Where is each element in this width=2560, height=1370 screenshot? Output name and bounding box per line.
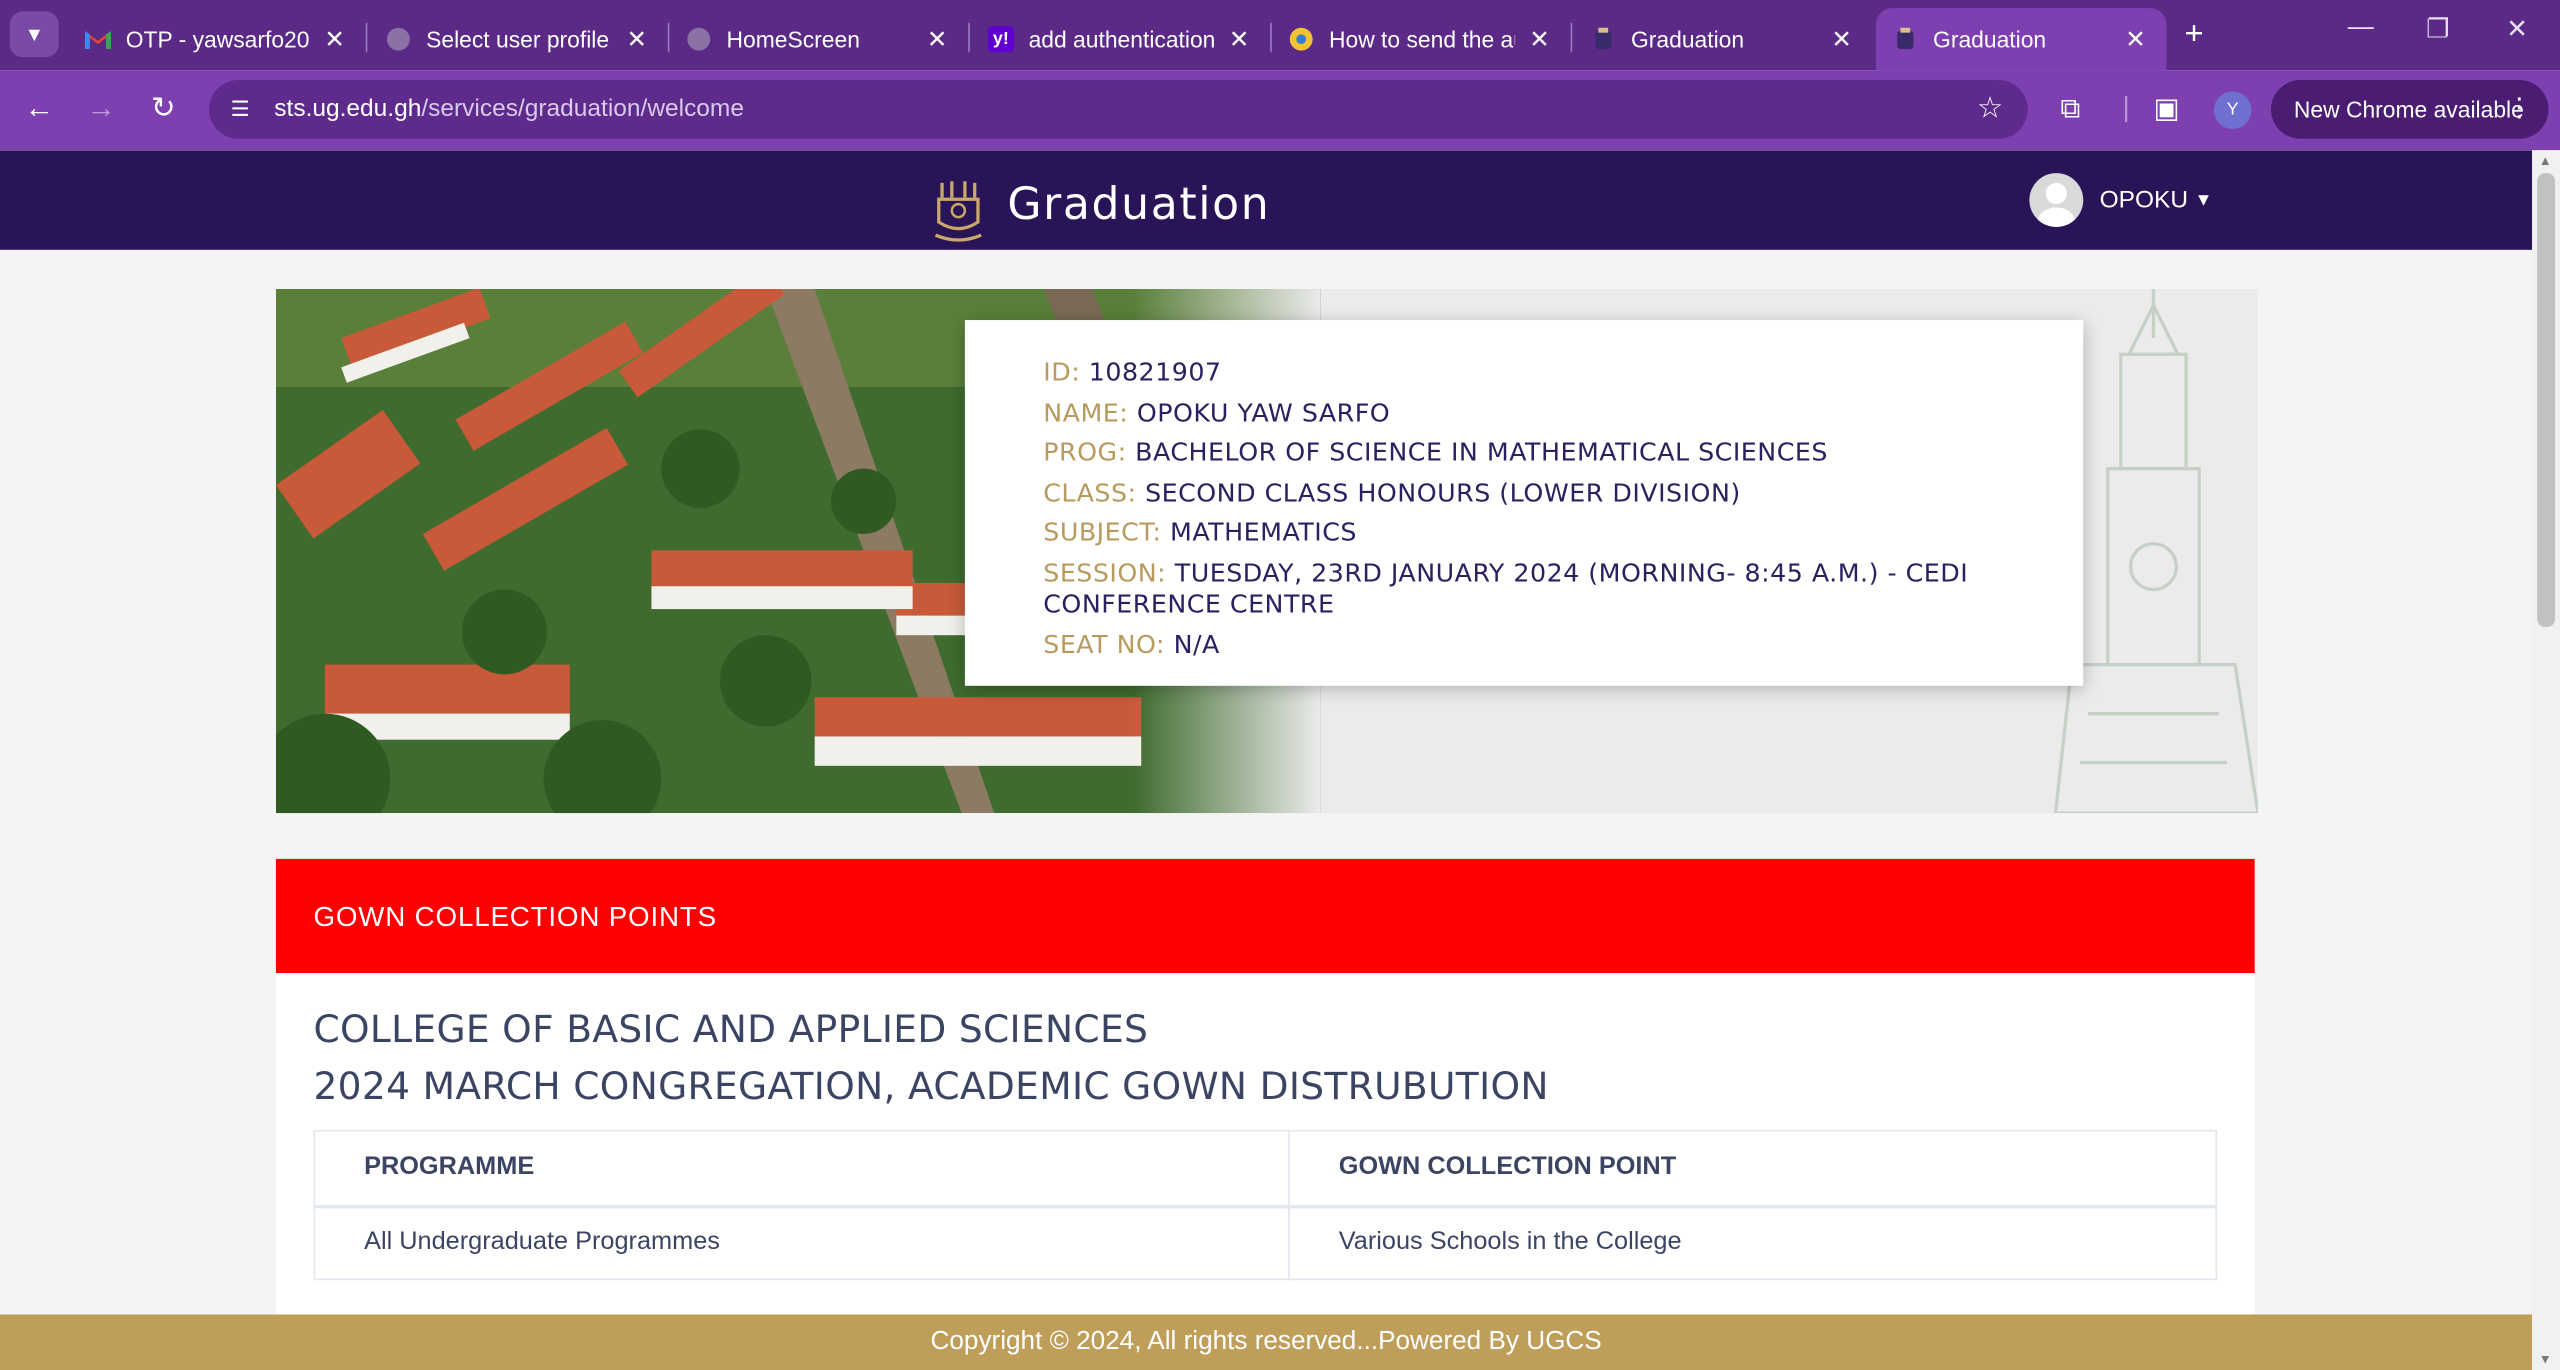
close-icon[interactable]: ✕ — [922, 24, 951, 54]
more-menu-icon[interactable]: ⋮ — [2506, 80, 2532, 139]
close-icon[interactable]: ✕ — [2121, 24, 2150, 54]
crest-icon — [1590, 26, 1616, 52]
student-seat-row: SEAT NO: N/A — [1043, 630, 1220, 660]
forward-button[interactable]: → — [82, 91, 121, 125]
tab-add-authentication[interactable]: y! add authentication ✕ — [971, 8, 1272, 70]
yahoo-icon: y! — [987, 26, 1014, 53]
table-header-row: PROGRAMME GOWN COLLECTION POINT — [313, 1129, 2218, 1208]
tab-title: Select user profile — [426, 26, 610, 53]
gmail-icon — [84, 26, 112, 52]
divider: | — [2122, 91, 2130, 123]
url-text[interactable]: sts.ug.edu.gh/services/graduation/welcom… — [274, 95, 744, 123]
gown-section-body: COLLEGE OF BASIC AND APPLIED SCIENCES 20… — [275, 973, 2255, 1370]
tab-search-button[interactable]: ▼ — [9, 11, 59, 58]
page-footer: Copyright © 2024, All rights reserved...… — [0, 1314, 2533, 1370]
gown-collection-table: PROGRAMME GOWN COLLECTION POINT All Unde… — [313, 1129, 2218, 1281]
tab-title: OTP - yawsarfo2019 — [125, 26, 310, 53]
student-subject-row: SUBJECT: MATHEMATICS — [1043, 518, 1357, 548]
app-title: Graduation — [1007, 179, 1271, 231]
student-class-row: CLASS: SECOND CLASS HONOURS (LOWER DIVIS… — [1043, 478, 1741, 508]
tab-homescreen[interactable]: HomeScreen ✕ — [669, 8, 970, 70]
site-icon — [1288, 26, 1314, 52]
student-name-row: NAME: OPOKU YAW SARFO — [1043, 397, 1391, 428]
student-info-card: ID: 10821907 NAME: OPOKU YAW SARFO PROG:… — [964, 320, 2084, 686]
restore-button[interactable]: ❐ — [2426, 13, 2449, 46]
close-icon[interactable]: ✕ — [320, 24, 349, 54]
page-scrollbar[interactable]: ▲ ▼ — [2532, 150, 2560, 1370]
chevron-down-icon: ▼ — [24, 22, 44, 46]
address-bar[interactable]: ☰ sts.ug.edu.gh/services/graduation/welc… — [208, 80, 2028, 139]
tab-title: HomeScreen — [726, 26, 860, 53]
table-row: All Undergraduate Programmes Various Sch… — [313, 1205, 2218, 1281]
new-tab-button[interactable]: + — [2184, 16, 2203, 54]
close-window-button[interactable]: ✕ — [2506, 13, 2528, 46]
side-panel-icon[interactable]: ▣ — [2153, 93, 2179, 126]
chevron-down-icon: ▼ — [2194, 190, 2213, 210]
close-icon[interactable]: ✕ — [622, 24, 651, 54]
user-avatar-icon — [2029, 173, 2084, 227]
welcome-banner: ID: 10821907 NAME: OPOKU YAW SARFO PROG:… — [275, 289, 2258, 814]
tab-title: Graduation — [1933, 26, 2047, 53]
student-id-row: ID: 10821907 — [1043, 357, 1222, 387]
app-header: Graduation OPOKU ▼ — [0, 150, 2533, 250]
gown-section-heading: GOWN COLLECTION POINTS — [275, 858, 2255, 974]
profile-avatar[interactable]: Y — [2213, 91, 2252, 129]
scroll-down-icon[interactable]: ▼ — [2539, 1352, 2552, 1367]
table-cell-collection-point: Various Schools in the College — [1288, 1205, 2218, 1281]
extensions-icon[interactable]: ⧉ — [2060, 93, 2080, 126]
tab-otp[interactable]: OTP - yawsarfo2019 ✕ — [69, 8, 368, 70]
minimize-button[interactable]: — — [2348, 13, 2374, 42]
bookmark-star-icon[interactable]: ☆ — [1977, 91, 2003, 125]
tab-select-profile[interactable]: Select user profile ✕ — [369, 8, 670, 70]
tab-graduation-active[interactable]: Graduation ✕ — [1875, 8, 2167, 71]
crest-icon — [1892, 26, 1918, 52]
congregation-title: 2024 MARCH CONGREGATION, ACADEMIC GOWN D… — [313, 1066, 1549, 1109]
close-icon[interactable]: ✕ — [1224, 24, 1253, 54]
scrollbar-thumb[interactable] — [2537, 173, 2556, 628]
browser-toolbar: ← → ↻ ☰ sts.ug.edu.gh/services/graduatio… — [0, 70, 2560, 151]
university-crest-icon — [934, 181, 982, 242]
globe-icon — [385, 26, 411, 52]
reload-button[interactable]: ↻ — [144, 91, 183, 125]
back-button[interactable]: ← — [20, 91, 59, 125]
tab-how-to-send[interactable]: How to send the au ✕ — [1272, 8, 1573, 70]
scroll-up-icon[interactable]: ▲ — [2539, 153, 2552, 168]
globe-icon — [686, 26, 712, 52]
update-chrome-button[interactable]: New Chrome available ⋮ — [2271, 80, 2549, 139]
user-name: OPOKU — [2099, 186, 2189, 214]
tab-title: How to send the au — [1328, 26, 1516, 53]
tab-title: add authentication — [1028, 26, 1215, 53]
tab-graduation[interactable]: Graduation ✕ — [1574, 8, 1873, 70]
table-cell-programme: All Undergraduate Programmes — [313, 1205, 1290, 1281]
tab-title: Graduation — [1631, 26, 1745, 53]
site-info-icon[interactable]: ☰ — [224, 93, 257, 126]
close-icon[interactable]: ✕ — [1525, 24, 1554, 54]
college-title: COLLEGE OF BASIC AND APPLIED SCIENCES — [313, 1009, 1149, 1052]
close-icon[interactable]: ✕ — [1827, 24, 1856, 54]
column-header-programme: PROGRAMME — [313, 1129, 1290, 1208]
page-content: Graduation OPOKU ▼ ID: 10821907 NAME: OP… — [0, 150, 2533, 1370]
tab-strip: ▼ OTP - yawsarfo2019 ✕ Select user profi… — [0, 0, 2560, 71]
column-header-collection-point: GOWN COLLECTION POINT — [1288, 1129, 2218, 1208]
student-prog-row: PROG: BACHELOR OF SCIENCE IN MATHEMATICA… — [1043, 437, 1828, 468]
student-session-row: SESSION: TUESDAY, 23RD JANUARY 2024 (MOR… — [1043, 558, 1969, 619]
user-menu[interactable]: OPOKU ▼ — [2029, 173, 2212, 227]
